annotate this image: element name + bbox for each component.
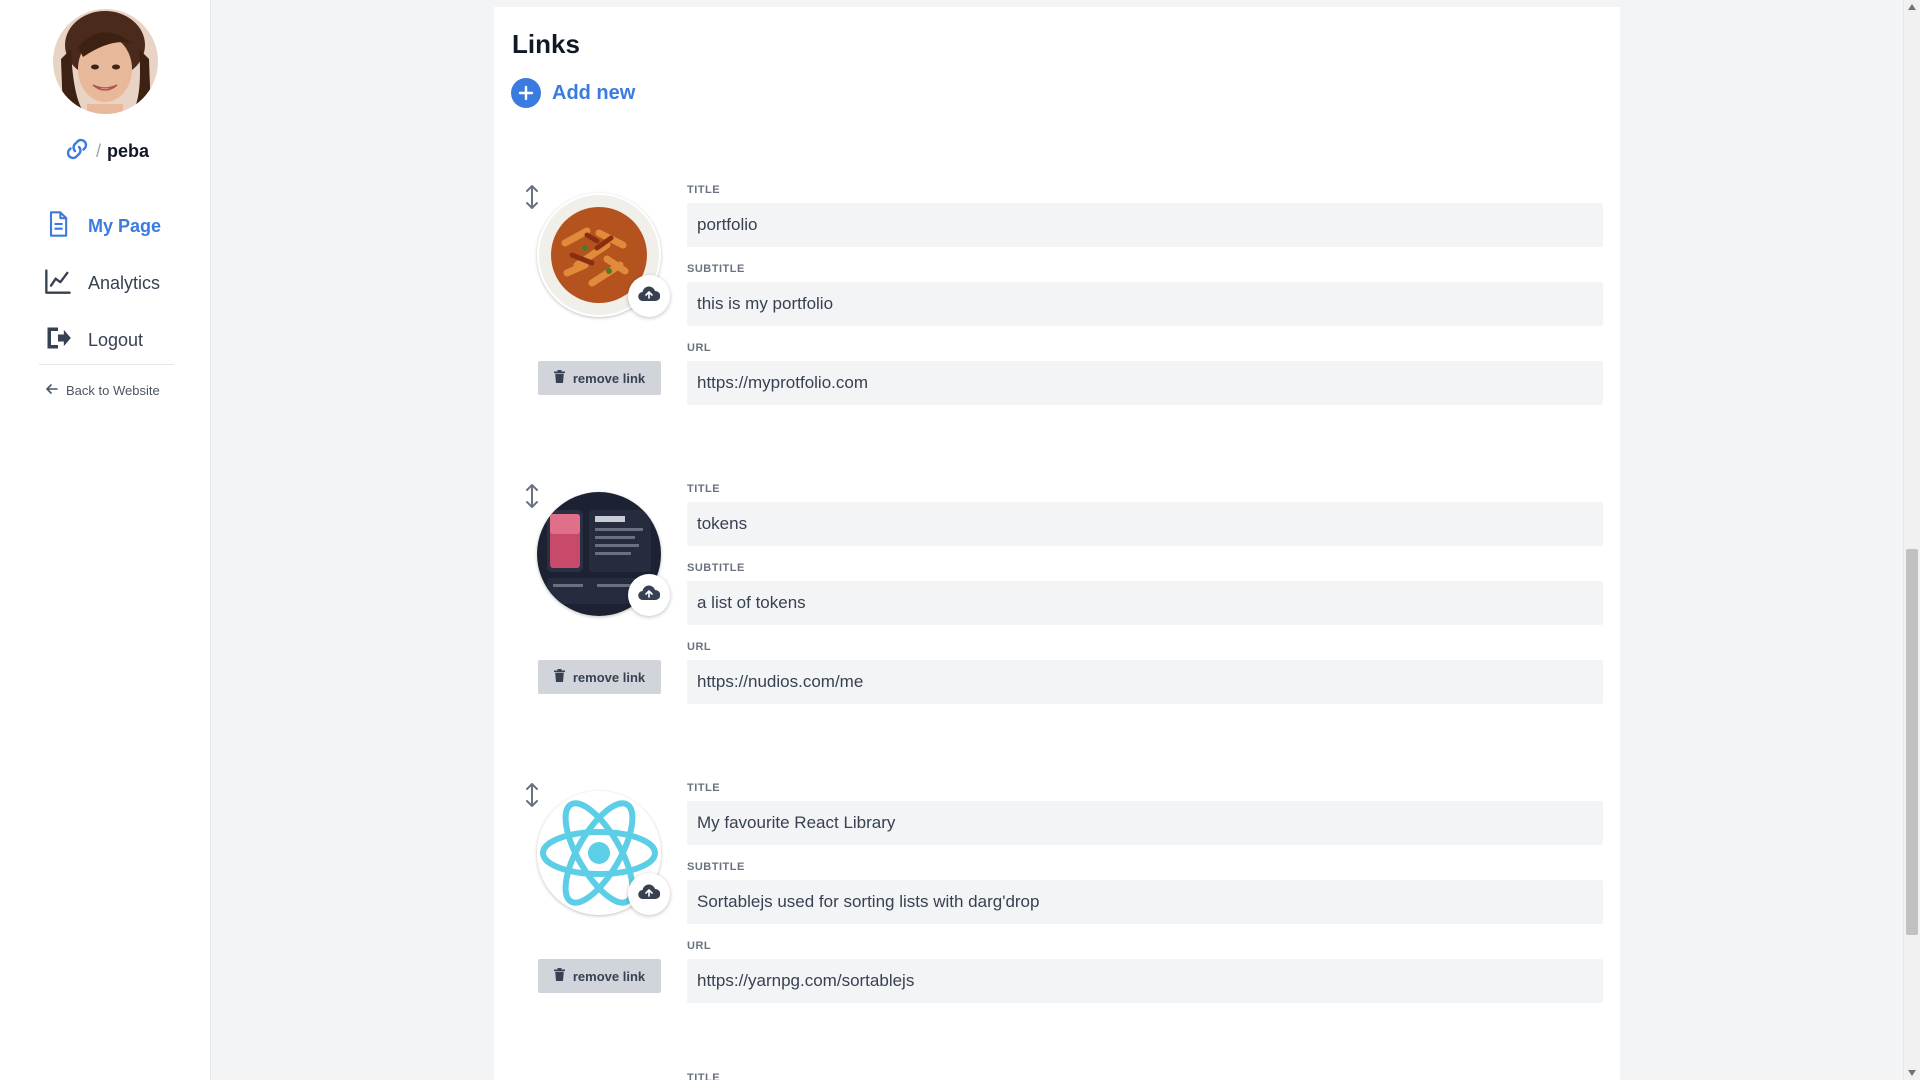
page-title: Links (512, 29, 580, 59)
document-icon (44, 210, 72, 243)
scroll-up-arrow-icon[interactable] (1908, 4, 1916, 10)
plus-circle-icon (511, 78, 541, 108)
title-label: TITLE (687, 184, 721, 196)
url-input[interactable]: https://nudios.com/me (687, 660, 1603, 704)
nav-item-my-page[interactable]: My Page (44, 198, 194, 255)
remove-link-button[interactable]: remove link (538, 361, 661, 395)
url-input[interactable]: https://myprotfolio.com (687, 361, 1603, 405)
nav-label: My Page (88, 216, 162, 236)
upload-image-button[interactable] (628, 574, 670, 616)
link-item: remove link TITLE tokens SUBTITLE a list… (494, 483, 1620, 753)
nav-label: Analytics (88, 273, 161, 293)
title-input[interactable]: My favourite React Library (687, 801, 1603, 845)
remove-label: remove link (572, 370, 646, 386)
user-handle: / peba (64, 138, 149, 165)
arrow-left-icon (46, 383, 58, 398)
title-input[interactable]: portfolio (687, 203, 1603, 247)
title-label: TITLE (687, 483, 721, 495)
trash-icon (553, 968, 565, 984)
page-scrollbar[interactable] (1903, 0, 1920, 1080)
trash-icon (553, 370, 565, 386)
url-label: URL (687, 342, 712, 354)
handle-separator: / (96, 141, 102, 161)
title-input[interactable]: tokens (687, 502, 1603, 546)
upload-image-button[interactable] (628, 275, 670, 317)
trash-icon (553, 669, 565, 685)
remove-label: remove link (572, 968, 646, 984)
url-label: URL (687, 641, 712, 653)
add-new-link-button[interactable]: Add new (511, 78, 635, 108)
nav-label: Logout (88, 330, 144, 350)
subtitle-input[interactable]: Sortablejs used for sorting lists with d… (687, 880, 1603, 924)
links-editor-card: Links Add new remove link TITLE portfoli… (494, 7, 1620, 1080)
subtitle-input[interactable]: this is my portfolio (687, 282, 1603, 326)
back-label: Back to Website (66, 383, 160, 398)
cloud-upload-icon (638, 286, 661, 307)
cloud-upload-icon (638, 884, 661, 905)
title-label: TITLE (687, 782, 721, 794)
upload-image-button[interactable] (628, 873, 670, 915)
chart-line-icon (44, 267, 72, 300)
remove-label: remove link (572, 669, 646, 685)
sidebar-divider (39, 364, 174, 365)
link-item: remove link TITLE portfolio SUBTITLE thi… (494, 184, 1620, 454)
back-to-website-link[interactable]: Back to Website (46, 383, 160, 398)
scrollbar-thumb[interactable] (1906, 549, 1918, 935)
remove-link-button[interactable]: remove link (538, 660, 661, 694)
next-item-title-label: TITLE (687, 1072, 721, 1080)
subtitle-label: SUBTITLE (687, 263, 745, 275)
nav-item-logout[interactable]: Logout (44, 312, 194, 369)
drag-handle-icon[interactable] (524, 184, 540, 210)
add-new-label: Add new (552, 81, 636, 104)
logout-icon (44, 324, 72, 357)
link-chain-icon (64, 138, 90, 165)
sidebar: / peba My Page Analytics Logout Back to … (0, 0, 211, 1080)
link-item: remove link TITLE My favourite React Lib… (494, 782, 1620, 1052)
url-input[interactable]: https://yarnpg.com/sortablejs (687, 959, 1603, 1003)
scroll-down-arrow-icon[interactable] (1908, 1070, 1916, 1076)
cloud-upload-icon (638, 585, 661, 606)
url-label: URL (687, 940, 712, 952)
subtitle-label: SUBTITLE (687, 562, 745, 574)
subtitle-input[interactable]: a list of tokens (687, 581, 1603, 625)
remove-link-button[interactable]: remove link (538, 959, 661, 993)
drag-handle-icon[interactable] (524, 483, 540, 509)
subtitle-label: SUBTITLE (687, 861, 745, 873)
drag-handle-icon[interactable] (524, 782, 540, 808)
sidebar-nav: My Page Analytics Logout (44, 198, 194, 369)
username: peba (107, 141, 150, 161)
avatar[interactable] (53, 9, 158, 114)
nav-item-analytics[interactable]: Analytics (44, 255, 194, 312)
